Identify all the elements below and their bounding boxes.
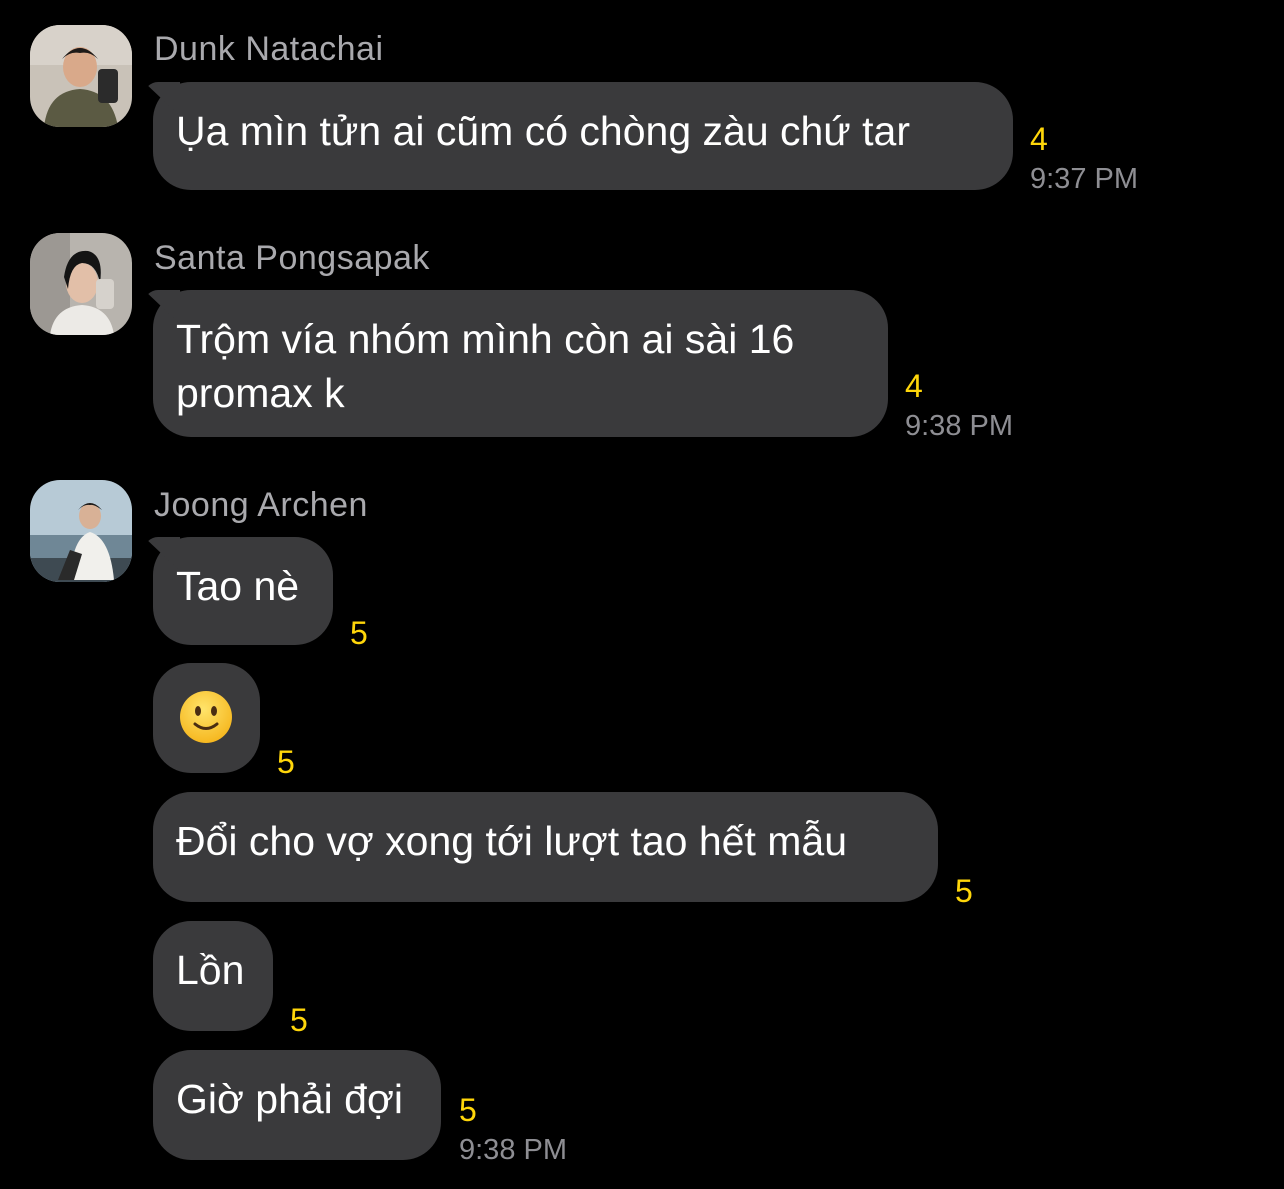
reaction-count[interactable]: 4 (1030, 121, 1048, 158)
reaction-count[interactable]: 5 (955, 873, 973, 910)
slightly-smiling-face-icon (180, 691, 232, 743)
profile-photo-icon (30, 480, 132, 582)
reaction-count[interactable]: 5 (277, 744, 295, 781)
message-bubble[interactable]: Giờ phải đợi (153, 1050, 441, 1160)
message-timestamp: 9:37 PM (1030, 163, 1138, 195)
message-bubble[interactable]: Lồn (153, 921, 273, 1031)
message-bubble[interactable]: Tao nè (153, 537, 333, 645)
sender-name: Dunk Natachai (154, 30, 384, 68)
message-text: Ụa mìn tửn ai cũm có chòng zàu chứ tar (176, 108, 910, 154)
sender-name: Santa Pongsapak (154, 239, 430, 277)
message-text: Lồn (176, 947, 245, 993)
message-text: Đổi cho vợ xong tới lượt tao hết mẫu (176, 818, 848, 864)
sender-name: Joong Archen (154, 486, 368, 524)
message-text-line: promax k (176, 370, 345, 416)
message-text: Tao nè (176, 563, 300, 609)
reaction-count[interactable]: 5 (459, 1092, 477, 1129)
message-bubble[interactable]: Trộm vía nhóm mình còn ai sài 16 promax … (153, 290, 888, 437)
profile-photo-icon (30, 25, 132, 127)
message-timestamp: 9:38 PM (905, 410, 1013, 442)
reaction-count[interactable]: 4 (905, 368, 923, 405)
profile-photo-icon (30, 233, 132, 335)
message-text-line: Trộm vía nhóm mình còn ai sài 16 (176, 316, 795, 362)
message-bubble[interactable] (153, 663, 260, 773)
avatar[interactable] (30, 480, 132, 582)
reaction-count[interactable]: 5 (350, 615, 368, 652)
avatar[interactable] (30, 25, 132, 127)
message-bubble[interactable]: Đổi cho vợ xong tới lượt tao hết mẫu (153, 792, 938, 902)
message-timestamp: 9:38 PM (459, 1134, 567, 1166)
reaction-count[interactable]: 5 (290, 1002, 308, 1039)
message-bubble[interactable]: Ụa mìn tửn ai cũm có chòng zàu chứ tar (153, 82, 1013, 190)
avatar[interactable] (30, 233, 132, 335)
message-text: Giờ phải đợi (176, 1076, 403, 1122)
